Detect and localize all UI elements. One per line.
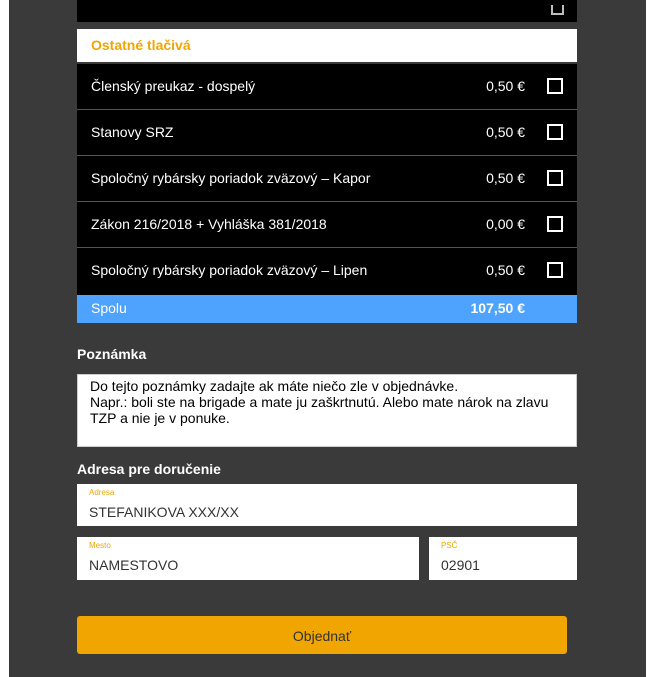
section-title: Ostatné tlačivá: [77, 29, 577, 62]
city-field[interactable]: Mesto NAMESTOVO: [77, 537, 419, 580]
total-label: Spolu: [91, 300, 127, 316]
street-field-label: Adresa: [89, 488, 115, 497]
item-name: Zákon 216/2018 + Vyhláška 381/2018: [91, 216, 327, 232]
order-button[interactable]: Objednať: [77, 616, 567, 654]
city-field-value: NAMESTOVO: [89, 557, 179, 573]
zip-field-value: 02901: [441, 557, 480, 573]
total-value: 107,50 €: [470, 300, 526, 316]
item-checkbox[interactable]: [547, 262, 563, 278]
page-background: Ostatné tlačivá Členský preukaz - dospel…: [9, 0, 646, 677]
items-list: Členský preukaz - dospelý 0,50 € Stanovy…: [77, 64, 577, 295]
item-checkbox[interactable]: [547, 216, 563, 232]
item-price: 0,50 €: [486, 170, 525, 186]
item-price: 0,50 €: [486, 262, 525, 278]
list-item: Spoločný rybársky poriadok zväzový – Kap…: [77, 156, 577, 202]
street-field[interactable]: Adresa STEFANIKOVA XXX/XX: [77, 484, 577, 526]
checkbox[interactable]: [551, 5, 564, 15]
note-textarea[interactable]: Do tejto poznámky zadajte ak máte niečo …: [77, 374, 577, 447]
city-field-label: Mesto: [89, 541, 111, 550]
item-price: 0,00 €: [486, 216, 525, 232]
list-item: Zákon 216/2018 + Vyhláška 381/2018 0,00 …: [77, 202, 577, 248]
item-checkbox[interactable]: [547, 78, 563, 94]
item-name: Členský preukaz - dospelý: [91, 78, 256, 94]
item-name: Spoločný rybársky poriadok zväzový – Kap…: [91, 170, 371, 186]
note-label: Poznámka: [77, 346, 147, 362]
list-item: Členský preukaz - dospelý 0,50 €: [77, 64, 577, 110]
item-checkbox[interactable]: [547, 170, 563, 186]
previous-item-row: [77, 0, 577, 22]
item-name: Spoločný rybársky poriadok zväzový – Lip…: [91, 262, 368, 278]
item-price: 0,50 €: [486, 124, 525, 140]
list-item: Spoločný rybársky poriadok zväzový – Lip…: [77, 248, 577, 295]
total-bar: Spolu 107,50 €: [77, 295, 577, 323]
item-checkbox[interactable]: [547, 124, 563, 140]
zip-field[interactable]: PSČ 02901: [429, 537, 577, 580]
address-heading: Adresa pre doručenie: [77, 461, 221, 477]
street-field-value: STEFANIKOVA XXX/XX: [89, 504, 239, 520]
item-price: 0,50 €: [486, 78, 525, 94]
zip-field-label: PSČ: [441, 541, 458, 550]
list-item: Stanovy SRZ 0,50 €: [77, 110, 577, 156]
item-name: Stanovy SRZ: [91, 124, 174, 140]
